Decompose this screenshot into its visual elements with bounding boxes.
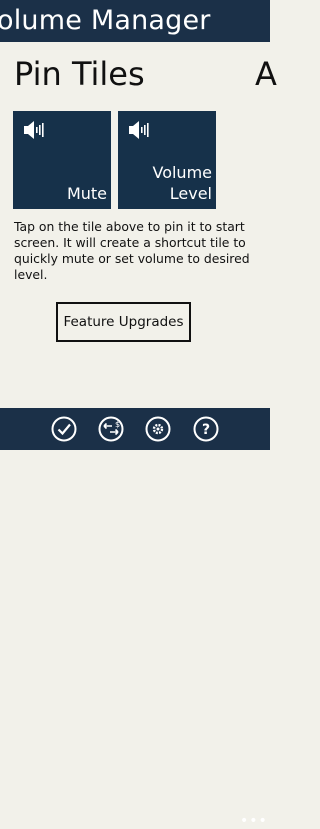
settings-icon[interactable]: [145, 416, 171, 442]
svg-text:$: $: [115, 420, 120, 429]
check-icon[interactable]: [51, 416, 77, 442]
volume-level-tile-label: Volume Level: [152, 163, 212, 203]
svg-text:?: ?: [202, 422, 210, 438]
speaker-icon: [24, 121, 44, 139]
currency-exchange-icon[interactable]: $: [98, 416, 124, 442]
more-menu-button[interactable]: •••: [240, 814, 268, 828]
feature-upgrades-button[interactable]: Feature Upgrades: [56, 302, 191, 342]
volume-level-tile[interactable]: Volume Level: [118, 111, 216, 209]
description-text: Tap on the tile above to pin it to start…: [14, 219, 250, 282]
app-header: olume Manager: [0, 0, 270, 42]
mute-tile-label: Mute: [66, 184, 107, 203]
help-icon[interactable]: ?: [193, 416, 219, 442]
next-pivot-peek[interactable]: A: [255, 52, 277, 96]
pivot-title: Pin Tiles: [14, 55, 145, 93]
app-bar: $ ? •••: [0, 408, 270, 828]
app-title: olume Manager: [0, 5, 211, 36]
speaker-icon: [129, 121, 149, 139]
mute-tile[interactable]: Mute: [13, 111, 111, 209]
